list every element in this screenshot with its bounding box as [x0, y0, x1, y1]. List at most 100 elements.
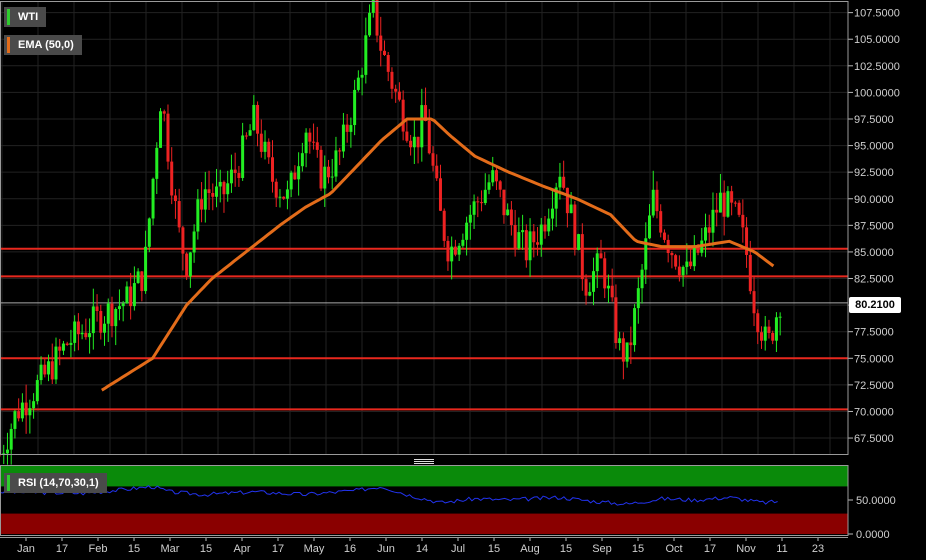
- candle-down: [394, 88, 398, 92]
- candle-up: [726, 191, 730, 217]
- time-tick-label: Jul: [451, 543, 465, 555]
- candle-up: [226, 183, 230, 195]
- candle-up: [625, 342, 629, 362]
- candle-down: [494, 170, 498, 182]
- last-price-badge: 80.2100: [849, 297, 901, 313]
- candle-up: [704, 227, 708, 241]
- candle-down: [629, 342, 633, 346]
- rsi-overbought-zone: [0, 466, 848, 487]
- candle-down: [222, 181, 226, 195]
- candle-down: [315, 142, 319, 150]
- candle-up: [106, 303, 110, 324]
- candle-up: [648, 215, 652, 239]
- time-tick-label: Aug: [520, 543, 540, 555]
- candle-down: [181, 227, 185, 254]
- candle-down: [24, 402, 28, 416]
- time-tick-label: 17: [704, 543, 716, 555]
- candle-up: [528, 231, 532, 261]
- time-tick-label: 15: [560, 543, 572, 555]
- candle-up: [28, 408, 32, 416]
- candle-down: [670, 253, 674, 256]
- candle-down: [58, 346, 62, 351]
- candle-up: [229, 169, 233, 184]
- candle-down: [405, 131, 409, 141]
- candle-down: [282, 196, 286, 199]
- rsi-swatch: [7, 475, 10, 491]
- candle-down: [689, 261, 693, 267]
- candle-down: [401, 99, 405, 132]
- candle-down: [562, 176, 566, 188]
- rsi-oversold-zone: [0, 513, 848, 534]
- price-tick-label: 102.5000: [854, 61, 900, 73]
- candle-down: [737, 202, 741, 215]
- price-tick-label: 67.5000: [854, 433, 894, 445]
- candle-up: [491, 170, 495, 183]
- candle-down: [662, 232, 666, 240]
- candle-down: [730, 191, 734, 203]
- candle-down: [446, 240, 450, 262]
- candle-down: [211, 192, 215, 197]
- candle-down: [677, 266, 681, 276]
- candle-down: [745, 227, 749, 255]
- candle-down: [50, 361, 54, 380]
- price-tick-label: 107.5000: [854, 8, 900, 20]
- candle-down: [722, 192, 726, 217]
- candle-up: [47, 361, 51, 375]
- candle-up: [711, 209, 715, 233]
- candle-down: [610, 285, 614, 298]
- price-tick-label: 105.0000: [854, 34, 900, 46]
- candle-up: [323, 166, 327, 189]
- candle-up: [468, 214, 472, 223]
- candle-up: [300, 153, 304, 167]
- candle-up: [132, 283, 136, 307]
- price-tick-label: 90.0000: [854, 194, 894, 206]
- chart-canvas: 107.5000 105.0000 102.5000 100.0000 97.5000 9…: [0, 0, 900, 555]
- candle-up: [618, 338, 622, 344]
- candle-up: [91, 306, 95, 334]
- candle-down: [84, 332, 88, 338]
- time-tick-label: 11: [776, 543, 787, 555]
- candle-down: [524, 230, 528, 261]
- candle-down: [267, 141, 271, 158]
- time-tick-label: Feb: [89, 543, 108, 555]
- candle-down: [480, 202, 484, 204]
- candle-up: [606, 285, 610, 289]
- candle-down: [338, 150, 342, 152]
- candle-down: [543, 224, 547, 232]
- candle-up: [88, 333, 92, 338]
- candle-up: [349, 125, 353, 132]
- candle-up: [633, 308, 637, 346]
- candle-down: [771, 332, 775, 341]
- candle-up: [125, 286, 129, 304]
- candle-up: [550, 208, 554, 219]
- candle-up: [192, 231, 196, 253]
- candle-down: [140, 271, 144, 292]
- candle-down: [748, 254, 752, 292]
- candle-down: [659, 211, 663, 233]
- candle-up: [465, 222, 469, 240]
- candle-up: [69, 342, 73, 345]
- candle-down: [580, 234, 584, 280]
- legend-wti[interactable]: WTI: [4, 7, 47, 27]
- candle-up: [103, 323, 107, 333]
- candlestick-series: [0, 0, 782, 465]
- legend-wti-label: WTI: [18, 11, 39, 23]
- legend-rsi[interactable]: RSI (14,70,30,1): [4, 473, 107, 493]
- candle-up: [364, 35, 368, 75]
- candle-down: [76, 321, 80, 335]
- candle-down: [173, 195, 177, 202]
- candle-down: [536, 242, 540, 245]
- candle-down: [599, 253, 603, 259]
- candle-down: [233, 169, 237, 174]
- candle-up: [577, 234, 581, 250]
- candle-up: [144, 246, 148, 292]
- candle-down: [319, 149, 323, 189]
- candle-down: [767, 326, 771, 333]
- legend-ema-label: EMA (50,0): [18, 39, 74, 51]
- candle-down: [476, 201, 480, 203]
- panel-resize-handle[interactable]: [414, 458, 434, 465]
- candle-down: [43, 364, 47, 375]
- legend-ema[interactable]: EMA (50,0): [4, 35, 82, 55]
- price-tick-label: 92.5000: [854, 167, 894, 179]
- candle-up: [368, 12, 372, 36]
